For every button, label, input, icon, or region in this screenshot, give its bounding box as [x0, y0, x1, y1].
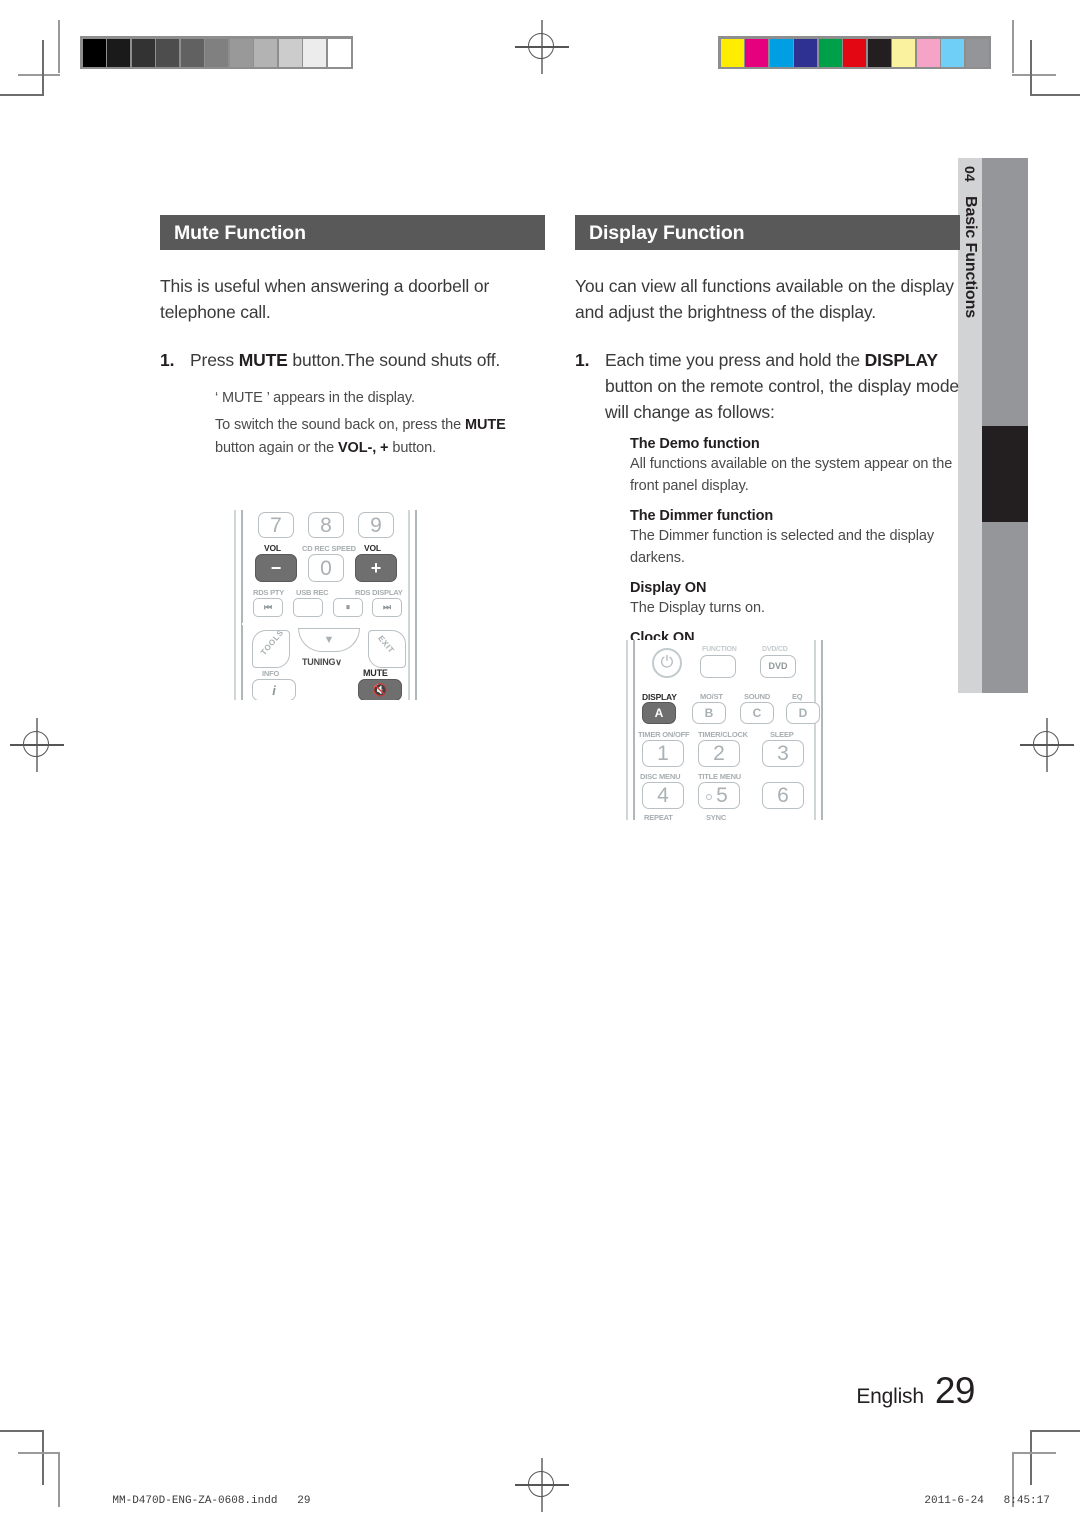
remote-label-rds-pty: RDS PTY [253, 588, 285, 597]
remote-button-2: 2 [698, 740, 740, 767]
remote-label-sync: SYNC [706, 813, 727, 820]
print-date: 2011-6-24 [924, 1495, 984, 1507]
remote-label-disc-menu: DISC MENU [640, 772, 681, 781]
remote-label-display: DISPLAY [642, 692, 677, 702]
section-intro-mute: This is useful when answering a doorbell… [160, 276, 490, 322]
subsection-title: The Dimmer function [630, 508, 774, 524]
remote-control-mute-illustration: 7 8 9 VOL CD REC SPEED VOL − 0 + RDS PTY… [230, 510, 420, 700]
print-slug-timestamp: 2011-6-24 8:45:17 [898, 1483, 1050, 1519]
manual-page: 04 Basic Functions Mute Function This is… [0, 0, 1080, 1527]
side-tab-text: 04 Basic Functions [958, 158, 982, 693]
remote-label-vol-plus: VOL [364, 543, 381, 553]
remote-label-timer-on-off: TIMER ON/OFF [638, 730, 690, 739]
remote-button-d: D [786, 702, 820, 724]
section-mute-function: Mute Function This is useful when answer… [160, 215, 545, 700]
step-text: Press MUTE button.The sound shuts off. [190, 350, 501, 370]
remote-label-dvd-cd: DVD/CD [762, 646, 788, 653]
step-item: 1. Each time you press and hold the DISP… [575, 347, 960, 425]
remote-button-vol-plus: + [355, 554, 397, 582]
print-slug-filename: MM-D470D-ENG-ZA-0608.indd 29 [86, 1483, 310, 1519]
remote-label-rds-display: RDS DISPLAY [355, 588, 403, 597]
remote-label-cd-rec-speed: CD REC SPEED [302, 544, 356, 553]
remote-control-display-illustration: ⏻ FUNCTION DVD/CD DVD DISPLAY MO/ST SOUN… [620, 640, 830, 820]
remote-button-next: ⏭ [372, 598, 402, 617]
remote-label-mute: MUTE [363, 668, 388, 678]
remote-label-usb-rec: USB REC [296, 588, 329, 597]
remote-label-sound: SOUND [744, 692, 771, 701]
remote-button-info: i [252, 679, 296, 700]
section-header-mute: Mute Function [160, 215, 545, 250]
subsection-text: All functions available on the system ap… [630, 456, 953, 494]
page-footer-number: English 29 [856, 1370, 975, 1412]
remote-button-9: 9 [358, 512, 394, 538]
step-note: To switch the sound back on, press the M… [215, 417, 506, 456]
remote-label-timer-clock: TIMER/CLOCK [698, 730, 748, 739]
remote-button-a-display: A [642, 702, 676, 724]
section-intro-display: You can view all functions available on … [575, 276, 954, 322]
remote-label-eq: EQ [792, 692, 803, 701]
remote-button-7: 7 [258, 512, 294, 538]
remote-button-vol-minus: − [255, 554, 297, 582]
section-header-display: Display Function [575, 215, 960, 250]
remote-button-1: 1 [642, 740, 684, 767]
remote-label-title-menu: TITLE MENU [698, 772, 741, 781]
remote-label-function: FUNCTION [702, 646, 737, 653]
step-text: Each time you press and hold the DISPLAY… [605, 350, 960, 422]
side-tab-dark-marker [982, 426, 1028, 522]
step-item: 1. Press MUTE button.The sound shuts off… [160, 347, 545, 373]
remote-divider [242, 623, 408, 625]
remote-button-tuning-down: ▼ [298, 628, 360, 652]
remote-button-pause: ⏸ [333, 598, 363, 617]
remote-button-c: C [740, 702, 774, 724]
subsection-text: The Display turns on. [630, 600, 765, 616]
step-number: 1. [160, 350, 175, 370]
page-language-label: English [856, 1385, 924, 1408]
remote-label-mo-st: MO/ST [700, 692, 723, 701]
remote-label-tuning: TUNING∨ [302, 657, 342, 667]
remote-button-power: ⏻ [652, 648, 682, 678]
step-number: 1. [575, 350, 590, 370]
remote-button-6: 6 [762, 782, 804, 809]
remote-label-repeat: REPEAT [644, 813, 673, 820]
section-display-function: Display Function You can view all functi… [575, 215, 960, 820]
remote-button-previous: ⏮ [253, 598, 283, 617]
remote-button-function [700, 655, 736, 678]
remote-button-0: 0 [308, 554, 344, 582]
step-note: ‘ MUTE ’ appears in the display. [215, 390, 415, 406]
page-number: 29 [934, 1370, 976, 1411]
remote-button-4: 4 [642, 782, 684, 809]
remote-label-info: INFO [262, 669, 280, 678]
chapter-side-tab: 04 Basic Functions [958, 158, 1028, 693]
side-tab-chapter-title: Basic Functions [962, 195, 979, 319]
remote-label-vol-minus: VOL [264, 543, 281, 553]
remote-button-mute: 🔇 [358, 679, 402, 700]
print-page: 29 [297, 1495, 311, 1507]
remote-button-5: 5 [698, 782, 740, 809]
remote-button-b: B [692, 702, 726, 724]
subsection-title: The Demo function [630, 436, 760, 452]
subsection-text: The Dimmer function is selected and the … [630, 528, 934, 566]
remote-button-8: 8 [308, 512, 344, 538]
subsection-title: Display ON [630, 580, 707, 596]
side-tab-chapter-number: 04 [962, 166, 978, 182]
remote-button-dvd: DVD [760, 655, 796, 678]
print-filename: MM-D470D-ENG-ZA-0608.indd [112, 1495, 278, 1507]
remote-button-3: 3 [762, 740, 804, 767]
print-time: 8:45:17 [1003, 1495, 1050, 1507]
remote-button-stop [293, 598, 323, 617]
remote-label-sleep: SLEEP [770, 730, 794, 739]
